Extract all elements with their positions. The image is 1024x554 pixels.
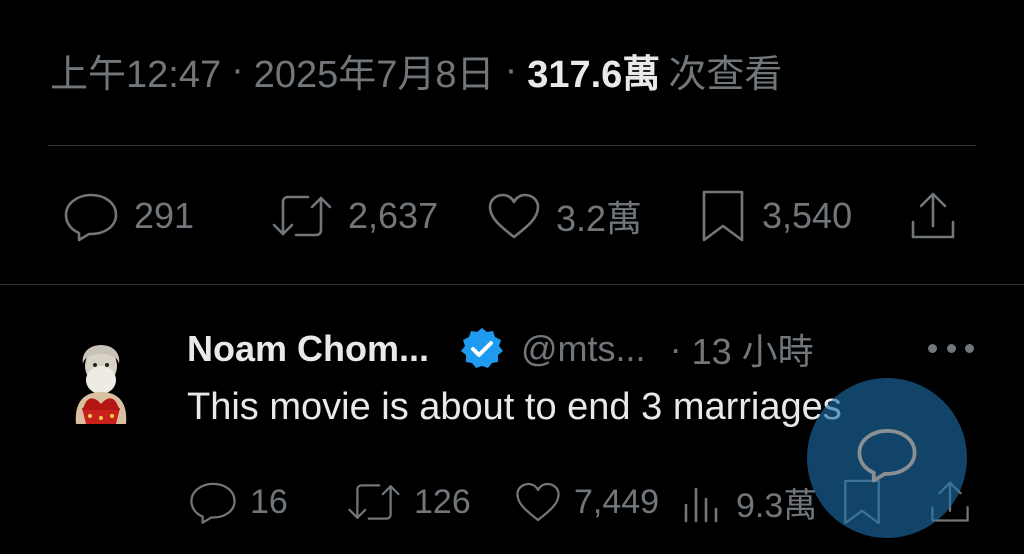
repost-button[interactable]: 126 — [346, 474, 471, 530]
share-button[interactable] — [908, 186, 958, 246]
repost-icon — [272, 195, 332, 237]
like-button[interactable]: 7,449 — [514, 474, 659, 530]
repost-count: 2,637 — [348, 195, 439, 236]
compose-reply-button[interactable] — [807, 378, 967, 538]
like-button[interactable]: 3.2萬 — [486, 186, 642, 246]
reply-time[interactable]: 13 小時 — [692, 323, 814, 375]
divider — [48, 145, 976, 146]
meta-separator: · — [231, 48, 244, 91]
reply-author-line: Noam Chom... @mts... · 13 小時 — [187, 324, 814, 374]
tweet-meta: 上午12:47 · 2025年7月8日 · 317.6萬 次查看 — [50, 42, 782, 98]
more-icon[interactable] — [928, 336, 974, 360]
views-icon — [684, 487, 718, 523]
verified-badge-icon — [461, 328, 504, 368]
views-count: 9.3萬 — [736, 486, 818, 525]
share-icon — [911, 192, 955, 239]
author-name[interactable]: Noam Chom... — [187, 328, 429, 370]
reply-count: 291 — [134, 195, 195, 236]
meta-separator: · — [504, 48, 518, 91]
meta-separator: · — [669, 328, 682, 369]
repost-count: 126 — [414, 482, 471, 521]
reply-text: This movie is about to end 3 marriages — [187, 386, 842, 428]
repost-button[interactable]: 2,637 — [270, 186, 438, 246]
divider — [0, 284, 1024, 285]
views-button[interactable]: 9.3萬 — [680, 474, 817, 530]
reply-icon — [64, 193, 118, 242]
reply-icon — [190, 482, 236, 524]
repost-icon — [348, 484, 400, 520]
like-count: 7,449 — [574, 482, 660, 521]
heart-icon — [488, 193, 540, 239]
reply-button[interactable]: 16 — [188, 474, 288, 530]
bookmark-icon — [702, 190, 744, 242]
tweet-date[interactable]: 2025年7月8日 — [254, 43, 495, 98]
tweet-action-bar: 291 2,637 3.2萬 3,540 — [62, 186, 972, 246]
avatar[interactable] — [66, 336, 136, 428]
bookmark-button[interactable]: 3,540 — [698, 186, 852, 246]
tweet-time: 上午12:47 — [50, 53, 222, 96]
reply-count: 16 — [250, 482, 288, 521]
compose-reply-icon — [857, 428, 917, 483]
heart-icon — [516, 482, 560, 522]
like-count: 3.2萬 — [556, 198, 643, 239]
bookmark-count: 3,540 — [762, 195, 853, 236]
views-count: 317.6萬 — [527, 53, 661, 96]
views-label: 次查看 — [668, 53, 783, 96]
author-handle[interactable]: @mts... — [521, 328, 646, 370]
reply-button[interactable]: 291 — [62, 186, 194, 246]
